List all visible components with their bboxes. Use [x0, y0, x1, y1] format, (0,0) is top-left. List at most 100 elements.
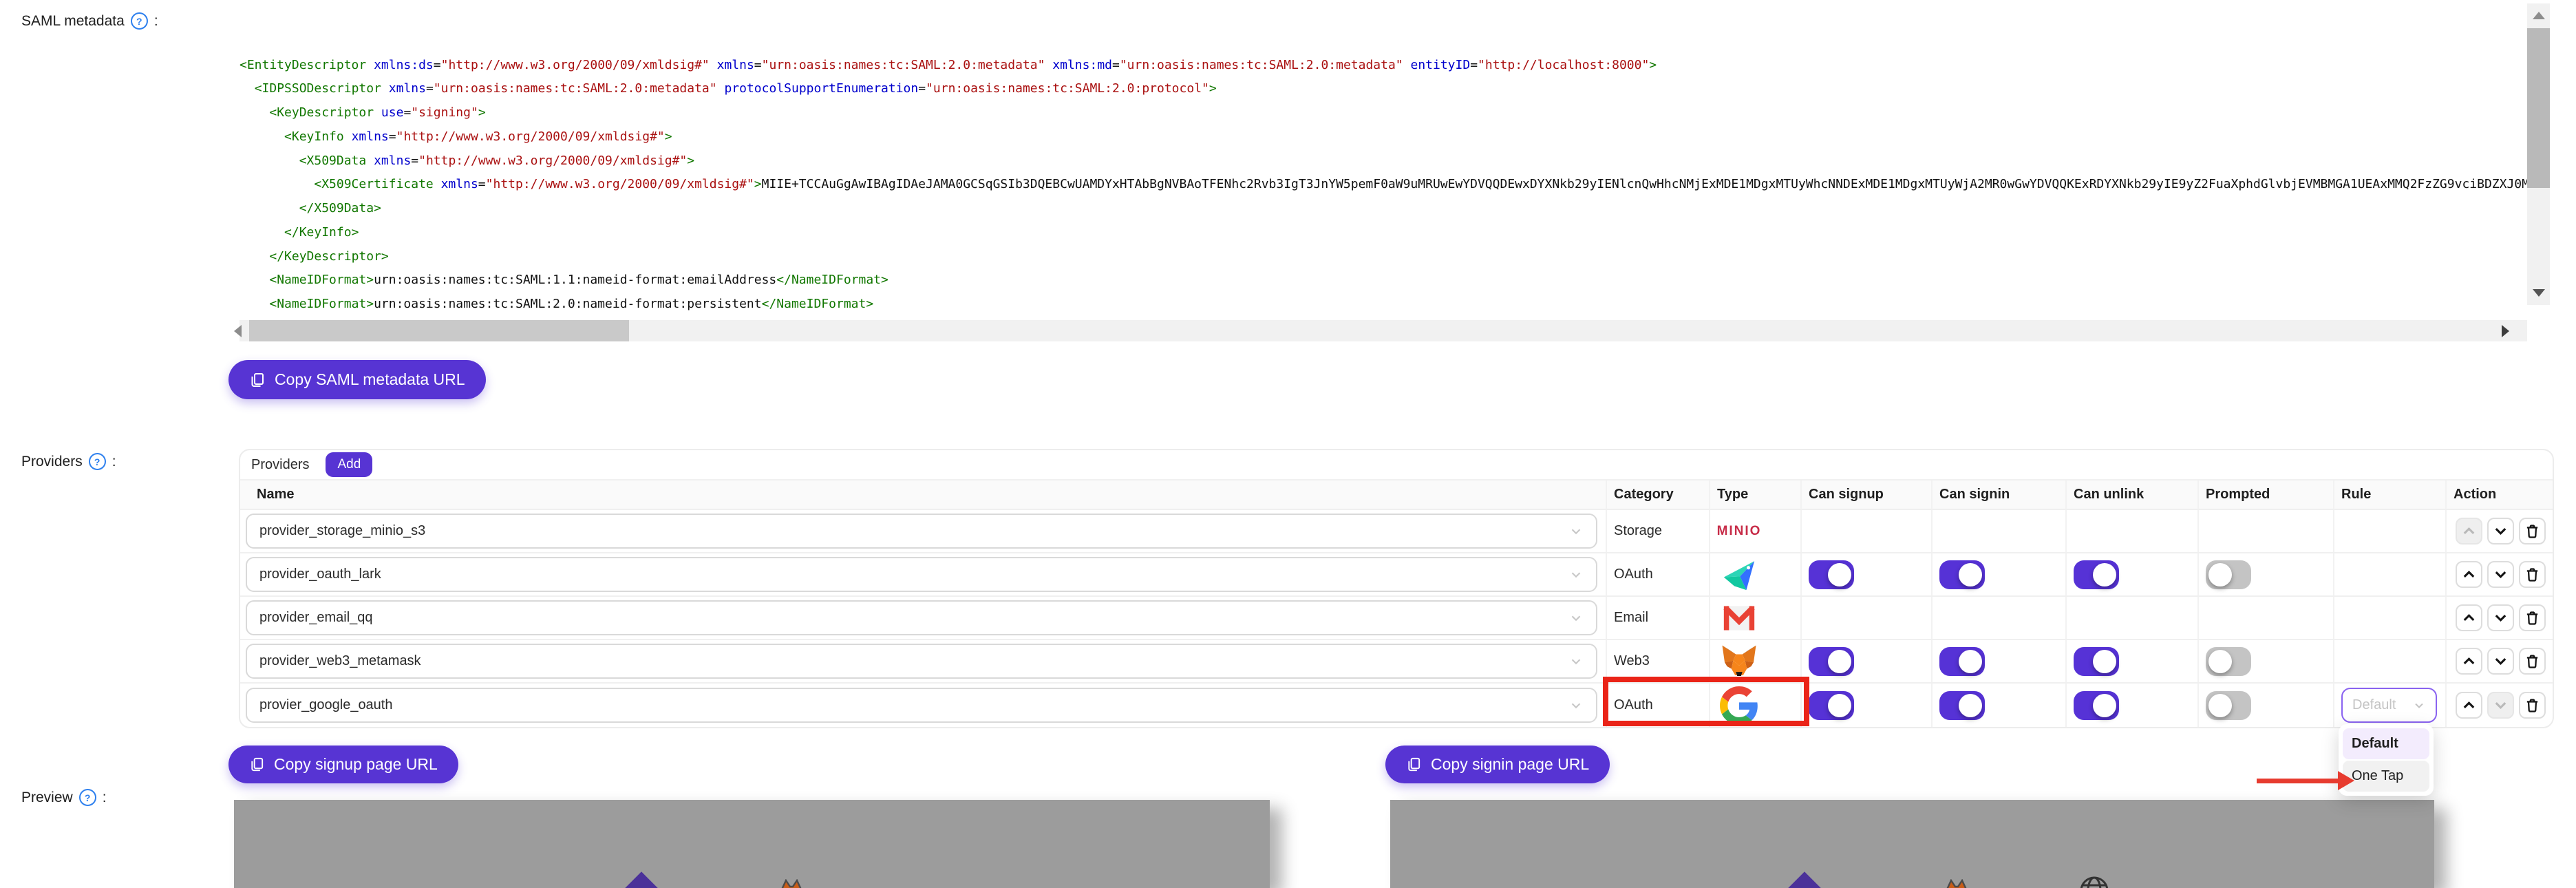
can-signin-toggle[interactable]: [1939, 646, 1985, 676]
can-signin-cell: [1933, 640, 2067, 682]
type-cell: [1710, 640, 1802, 682]
scroll-up-arrow-icon[interactable]: [2533, 12, 2545, 19]
prompted-cell: [2199, 684, 2334, 727]
chevron-down-icon: [1571, 528, 1581, 534]
delete-provider-button[interactable]: [2519, 561, 2546, 588]
trash-icon: [2526, 611, 2538, 625]
scroll-left-arrow-icon[interactable]: [234, 325, 242, 337]
vertical-scrollbar-thumb[interactable]: [2527, 28, 2550, 188]
move-down-icon: [2495, 658, 2506, 666]
providers-table-header: Providers Add: [240, 450, 2553, 479]
provider-name-select[interactable]: provider_web3_metamask: [246, 644, 1597, 679]
move-up-button[interactable]: [2456, 561, 2482, 588]
rule-cell: [2334, 510, 2447, 552]
can-signin-cell: [1933, 553, 2067, 595]
move-down-button[interactable]: [2487, 692, 2514, 719]
help-question-circle-icon[interactable]: ?: [78, 789, 96, 806]
provider-name-select[interactable]: provider_oauth_lark: [246, 557, 1597, 592]
copy-icon: [251, 757, 264, 772]
copy-signup-page-url-button[interactable]: Copy signup page URL: [228, 746, 458, 783]
can-signup-toggle[interactable]: [1809, 646, 1854, 676]
label-colon: :: [111, 453, 116, 469]
provider-table-row: provider_oauth_lark OAuth: [240, 553, 2553, 597]
add-provider-button[interactable]: Add: [326, 452, 373, 477]
move-down-icon: [2495, 528, 2506, 536]
provider-name-value: provider_oauth_lark: [259, 567, 381, 582]
can-unlink-toggle[interactable]: [2074, 646, 2119, 676]
rule-cell: [2334, 640, 2447, 682]
column-header-can-signin: Can signin: [1933, 480, 2067, 509]
chevron-down-icon: [1571, 702, 1581, 708]
provider-name-select[interactable]: provier_google_oauth: [246, 688, 1597, 723]
can-signin-cell: [1933, 510, 2067, 552]
provider-table-row: provider_email_qq Email: [240, 597, 2553, 640]
horizontal-scrollbar-thumb[interactable]: [249, 320, 629, 341]
delete-provider-button[interactable]: [2519, 518, 2546, 545]
can-unlink-toggle[interactable]: [2074, 690, 2119, 720]
signup-page-preview: [234, 800, 1270, 888]
move-down-button[interactable]: [2487, 518, 2514, 545]
move-up-button[interactable]: [2456, 518, 2482, 545]
help-question-circle-icon[interactable]: ?: [130, 12, 148, 30]
prompted-toggle[interactable]: [2206, 690, 2251, 720]
move-down-button[interactable]: [2487, 561, 2514, 588]
can-unlink-cell: [2067, 553, 2199, 595]
move-down-button[interactable]: [2487, 604, 2514, 631]
can-signin-toggle[interactable]: [1939, 560, 1985, 589]
type-cell: [1710, 553, 1802, 595]
help-question-circle-icon[interactable]: ?: [88, 453, 106, 470]
provider-table-row: provier_google_oauth OAuth Default: [240, 684, 2553, 727]
provider-name-value: provier_google_oauth: [259, 697, 393, 712]
move-up-icon: [2463, 527, 2475, 534]
chevron-down-icon: [1571, 658, 1581, 664]
delete-provider-button[interactable]: [2519, 692, 2546, 719]
move-up-button[interactable]: [2456, 604, 2482, 631]
copy-saml-metadata-url-button[interactable]: Copy SAML metadata URL: [228, 360, 486, 399]
saml-metadata-label-text: SAML metadata: [21, 12, 125, 29]
code-line: <KeyInfo xmlns="http://www.w3.org/2000/0…: [284, 129, 672, 144]
delete-provider-button[interactable]: [2519, 648, 2546, 675]
column-header-rule: Rule: [2334, 480, 2447, 509]
vertical-scrollbar[interactable]: [2527, 3, 2550, 305]
can-signup-cell: [1802, 597, 1933, 639]
saml-metadata-code-viewer[interactable]: <EntityDescriptor xmlns:ds="http://www.w…: [239, 0, 2527, 317]
can-unlink-cell: [2067, 640, 2199, 682]
provider-name-select[interactable]: provider_storage_minio_s3: [246, 514, 1597, 549]
prompted-toggle[interactable]: [2206, 646, 2251, 676]
rule-option-one-tap[interactable]: One Tap: [2343, 761, 2429, 792]
scroll-down-arrow-icon[interactable]: [2533, 289, 2545, 297]
rule-dropdown-menu: Default One Tap: [2339, 724, 2434, 796]
can-signup-toggle[interactable]: [1809, 690, 1854, 720]
rule-cell: Default: [2334, 684, 2447, 727]
name-cell: provider_oauth_lark: [240, 553, 1607, 595]
prompted-toggle[interactable]: [2206, 560, 2251, 589]
move-down-icon: [2495, 571, 2506, 579]
code-line: <X509Certificate xmlns="http://www.w3.or…: [314, 177, 2527, 192]
rule-select[interactable]: Default: [2341, 688, 2437, 723]
can-unlink-toggle[interactable]: [2074, 560, 2119, 589]
rule-option-default[interactable]: Default: [2343, 728, 2429, 759]
action-cell: [2447, 684, 2553, 727]
delete-provider-button[interactable]: [2519, 604, 2546, 631]
casdoor-diamond-icon: [621, 871, 662, 888]
rule-cell: [2334, 553, 2447, 595]
scroll-right-arrow-icon[interactable]: [2502, 325, 2509, 337]
can-signin-toggle[interactable]: [1939, 690, 1985, 720]
code-line: </X509Data>: [299, 201, 381, 215]
action-cell: [2447, 510, 2553, 552]
move-up-icon: [2463, 657, 2475, 664]
move-up-button[interactable]: [2456, 692, 2482, 719]
name-cell: provider_storage_minio_s3: [240, 510, 1607, 552]
code-line: <EntityDescriptor xmlns:ds="http://www.w…: [239, 57, 1657, 72]
move-down-button[interactable]: [2487, 648, 2514, 675]
can-signup-toggle[interactable]: [1809, 560, 1854, 589]
trash-icon: [2526, 567, 2538, 582]
provider-name-value: provider_web3_metamask: [259, 653, 421, 668]
copy-icon: [1408, 757, 1420, 772]
horizontal-scrollbar[interactable]: [234, 320, 2527, 341]
move-up-button[interactable]: [2456, 648, 2482, 675]
column-header-type: Type: [1710, 480, 1802, 509]
copy-signin-page-url-button[interactable]: Copy signin page URL: [1385, 746, 1610, 783]
provider-name-select[interactable]: provider_email_qq: [246, 600, 1597, 635]
metamask-fox-icon: [781, 879, 802, 888]
